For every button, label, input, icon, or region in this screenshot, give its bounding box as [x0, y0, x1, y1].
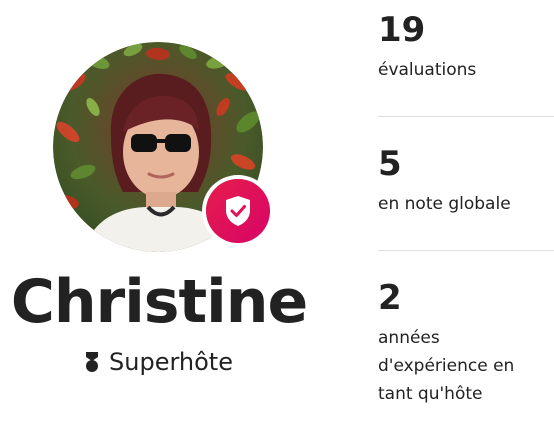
- shield-check-icon: [226, 196, 250, 226]
- stat-reviews: 19 évaluations: [378, 10, 554, 84]
- superhost-text: Superhôte: [109, 348, 233, 376]
- host-identity: Christine Superhôte: [0, 0, 318, 430]
- stat-label: évaluations: [378, 60, 477, 80]
- stat-value: 19: [378, 10, 426, 50]
- stat-value: 5: [378, 144, 402, 184]
- host-stats: 19 évaluations 5 en note globale 2 année…: [378, 0, 554, 430]
- superhost-label: Superhôte: [0, 342, 318, 382]
- superhost-medal-icon: [85, 351, 99, 373]
- stat-years-hosting: 2 années d'expérience en tant qu'hôte: [378, 278, 554, 408]
- divider: [378, 116, 554, 117]
- verified-badge: [206, 179, 270, 243]
- avatar-container: [53, 42, 270, 252]
- stat-label: années d'expérience en tant qu'hôte: [378, 328, 515, 404]
- host-profile-card: Christine Superhôte 19 évaluations 5 en …: [0, 0, 554, 430]
- stat-value: 2: [378, 278, 402, 318]
- stat-rating: 5 en note globale: [378, 144, 554, 218]
- stat-label: en note globale: [378, 194, 511, 214]
- divider: [378, 250, 554, 251]
- host-name: Christine: [10, 267, 308, 337]
